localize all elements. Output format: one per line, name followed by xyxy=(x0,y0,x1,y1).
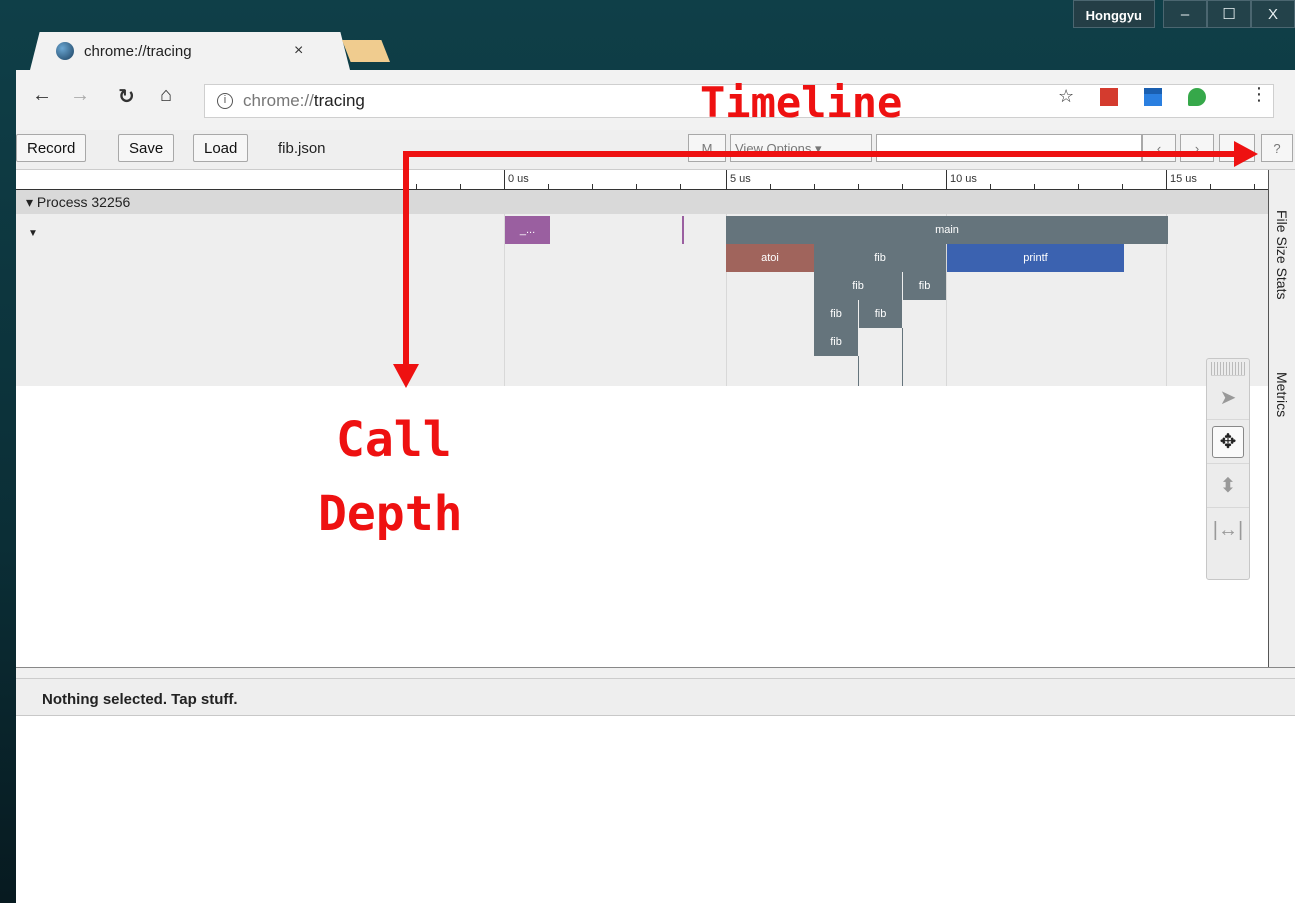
window-frame: Honggyu – ☐ X chrome://tracing × ← → ↻ ⌂… xyxy=(0,0,1295,903)
timeline-arrowhead xyxy=(1234,141,1258,167)
depth-arrowhead xyxy=(393,364,419,388)
annotation-arrows xyxy=(393,141,1258,388)
